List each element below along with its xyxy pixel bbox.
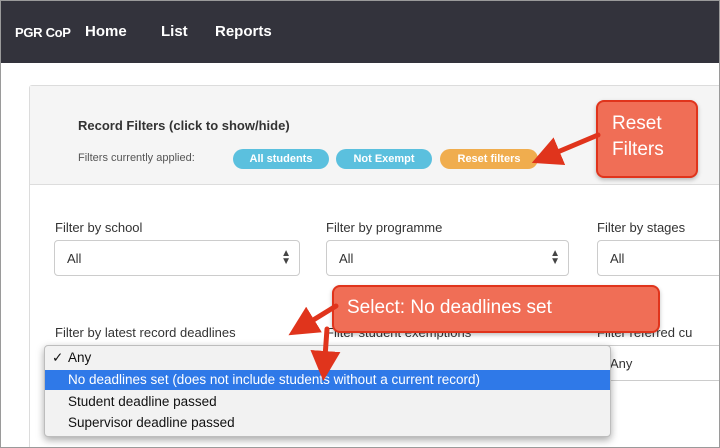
arrow-to-reset-icon [531,132,601,166]
annotation-arrows [288,132,601,381]
screenshot-frame: PGR CoP Home List Reports Record Filters… [0,0,720,448]
arrow-to-deadline-label-icon [288,303,339,336]
arrow-to-option-icon [310,326,341,381]
